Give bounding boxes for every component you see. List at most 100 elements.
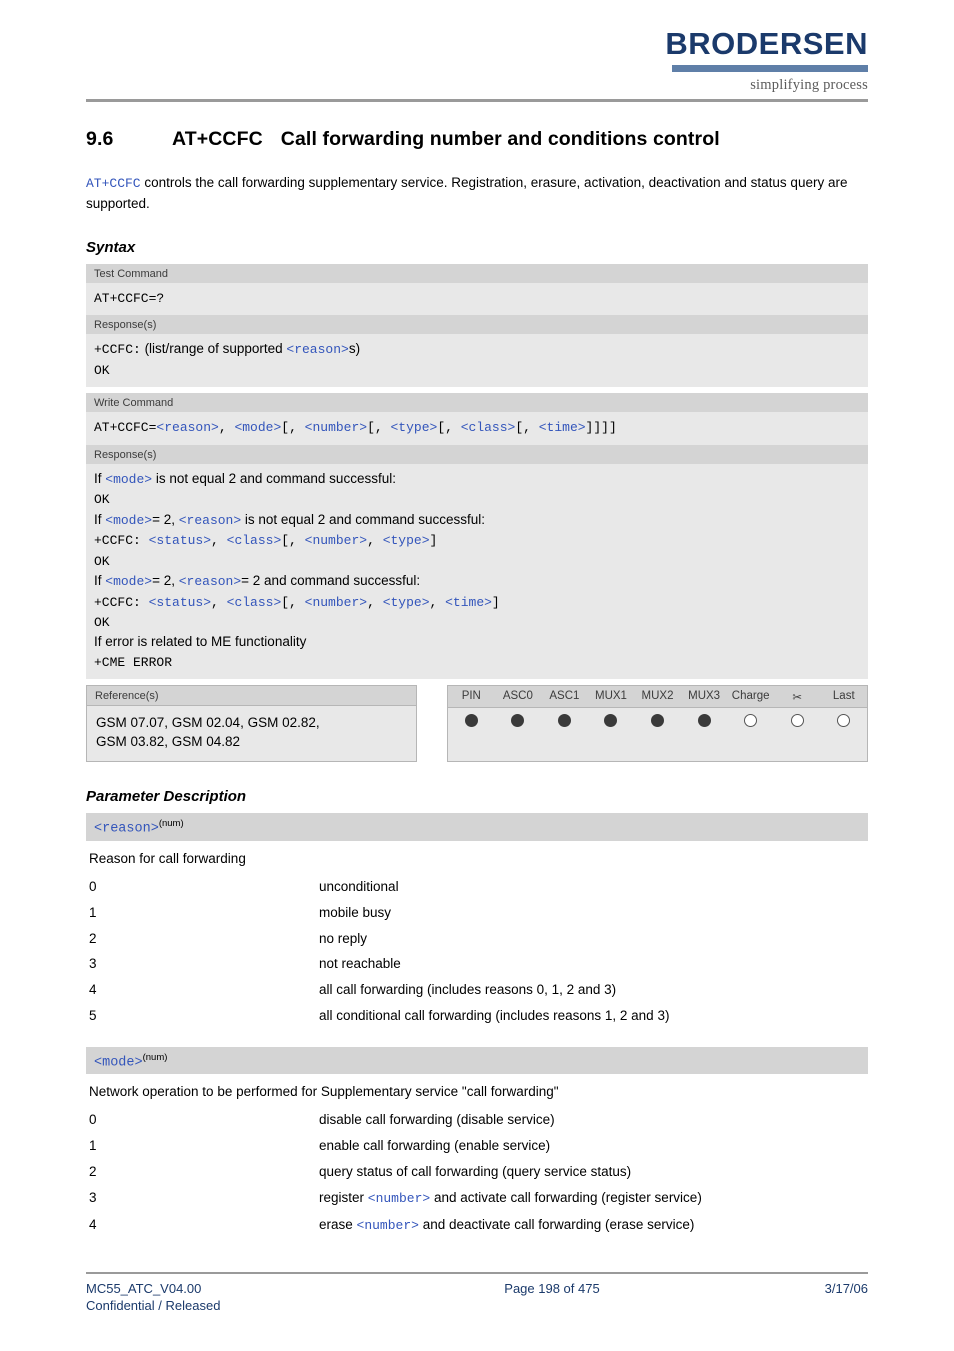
syntax-text: If <box>94 470 106 486</box>
param-token: <number> <box>304 533 368 549</box>
param-token: <number> <box>304 420 368 436</box>
section-title-text: Call forwarding number and conditions co… <box>280 128 720 150</box>
parameter-value-row: 3 not reachable <box>86 951 868 977</box>
support-dot-filled-icon <box>697 714 711 728</box>
support-matrix-header: PIN ASC0 ASC1 MUX1 MUX2 MUX3 Charge ✂ Last <box>448 686 867 709</box>
write-command-label: Write Command <box>86 393 868 413</box>
param-token: <status> <box>148 533 212 549</box>
footer-status: Confidential / Released <box>86 1298 221 1313</box>
section-number: 9.6 <box>86 128 114 150</box>
support-dot-filled-icon <box>651 714 665 728</box>
support-cell <box>681 714 728 732</box>
param-token: <mode> <box>105 471 153 487</box>
syntax-text: query status of call forwarding (query s… <box>319 1164 632 1180</box>
brand-rule <box>672 65 868 72</box>
syntax-text: and deactivate call forwarding (erase se… <box>418 1217 695 1233</box>
syntax-text: [, <box>367 420 391 436</box>
footer-date: 3/17/06 <box>824 1281 868 1296</box>
param-token: <reason> <box>156 420 219 436</box>
syntax-text: [, <box>281 533 305 549</box>
support-matrix: PIN ASC0 ASC1 MUX1 MUX2 MUX3 Charge ✂ Last <box>447 685 868 763</box>
header-divider <box>86 99 868 102</box>
syntax-text: , <box>429 594 446 610</box>
parameter-value-key: 3 <box>89 1190 97 1206</box>
syntax-text: and activate call forwarding (register s… <box>430 1190 702 1206</box>
syntax-text: ] <box>429 533 438 549</box>
test-response-prefix: +CCFC: <box>94 342 141 358</box>
syntax-text: +CCFC: <box>94 533 149 549</box>
syntax-text: all call forwarding (includes reasons 0,… <box>319 982 617 998</box>
syntax-text: If error is related to ME functionality <box>94 634 307 650</box>
syntax-heading: Syntax <box>86 239 136 256</box>
parameter-value-text: enable call forwarding (enable service) <box>319 1133 868 1159</box>
write-response-line: If <mode> is not equal 2 and command suc… <box>94 469 860 489</box>
page-title: 9.6 AT+CCFC Call forwarding number and con… <box>86 128 868 151</box>
parameter-value-text: register <number> and activate call forw… <box>319 1185 868 1212</box>
param-token: <time> <box>538 420 586 436</box>
syntax-text: [, <box>281 420 305 436</box>
footer-row-primary: MC55_ATC_V04.00 Page 198 of 475 3/17/06 <box>86 1281 868 1296</box>
syntax-text: [, <box>437 420 461 436</box>
write-response-line: If <mode>= 2, <reason>= 2 and command su… <box>94 571 860 591</box>
parameter-value-key: 4 <box>89 1217 97 1233</box>
parameter-value-key: 1 <box>89 904 97 920</box>
parameter-value-row: 2 query status of call forwarding (query … <box>86 1159 868 1185</box>
parameter-heading: Parameter Description <box>86 788 247 806</box>
write-response-line: OK <box>94 612 860 632</box>
parameter-description: Reason for call forwarding <box>89 850 246 866</box>
reference-line-2: GSM 03.82, GSM 04.82 <box>96 734 241 750</box>
support-matrix-values <box>448 708 867 740</box>
page-header: BRODERSEN simplifying process <box>0 0 954 105</box>
syntax-text: = 2, <box>152 573 179 589</box>
support-cell <box>495 714 542 732</box>
param-token: <reason> <box>178 512 242 528</box>
document-page: BRODERSEN simplifying process 9.6 AT+CCFC… <box>0 0 954 1351</box>
parameter-value-row: 2 no reply <box>86 926 868 952</box>
parameter-value-text: mobile busy <box>319 900 868 926</box>
reference-text: GSM 07.07, GSM 02.04, GSM 02.82, GSM 03.… <box>87 706 416 761</box>
param-token: <reason> <box>178 574 242 590</box>
parameter-value-text: all conditional call forwarding (include… <box>319 1003 868 1029</box>
support-dot-empty-icon <box>837 714 851 728</box>
page-footer: MC55_ATC_V04.00 Page 198 of 475 3/17/06 … <box>86 1272 868 1313</box>
parameter-value-key: 4 <box>89 982 97 998</box>
intro-command: AT+CCFC <box>86 176 141 192</box>
parameter-description: Network operation to be performed for Su… <box>89 1084 559 1100</box>
param-token: <class> <box>460 420 516 436</box>
footer-doc-id: MC55_ATC_V04.00 <box>86 1281 202 1296</box>
syntax-text: [, <box>281 594 305 610</box>
support-column-header: PIN <box>461 690 481 703</box>
write-response-line: If error is related to ME functionality <box>94 632 860 651</box>
parameter-value-list: 0 unconditional 1 mobile busy 2 no reply 3 not … <box>86 874 868 1029</box>
syntax-text: [, <box>515 420 539 436</box>
param-token: <status> <box>148 594 212 610</box>
syntax-text: If <box>94 511 106 527</box>
footer-divider <box>86 1272 868 1274</box>
syntax-text: , <box>218 420 235 436</box>
syntax-text: all conditional call forwarding (include… <box>319 1008 670 1024</box>
test-response-cell: +CCFC: (list/range of supported <reason>… <box>86 334 868 388</box>
syntax-text: OK <box>94 492 110 508</box>
support-cell <box>448 714 495 732</box>
syntax-text: , <box>367 533 383 549</box>
test-response-param: <reason> <box>286 342 349 358</box>
syntax-text: , <box>211 533 227 549</box>
syntax-text: +CME ERROR <box>94 654 173 670</box>
support-cell <box>774 714 821 732</box>
test-command-cell: AT+CCFC=? <box>86 283 868 316</box>
reference-line-1: GSM 07.07, GSM 02.04, GSM 02.82, <box>96 715 320 731</box>
write-response-line: OK <box>94 551 860 571</box>
syntax-text: is not equal 2 and command successful: <box>241 511 486 527</box>
parameter-name-bar: <mode>(num) <box>86 1047 868 1075</box>
parameter-value-key: 3 <box>89 956 97 972</box>
param-token: <mode> <box>234 420 282 436</box>
support-cell <box>588 714 635 732</box>
parameter-value-row: 1 mobile busy <box>86 900 868 926</box>
syntax-text: register <box>319 1190 368 1206</box>
syntax-text: not reachable <box>319 956 401 972</box>
parameter-name: <reason> <box>94 821 159 837</box>
syntax-table: Test Command AT+CCFC=? Response(s) +CCFC… <box>86 264 868 680</box>
parameter-name: <mode> <box>94 1055 143 1071</box>
param-token: <mode> <box>105 512 153 528</box>
